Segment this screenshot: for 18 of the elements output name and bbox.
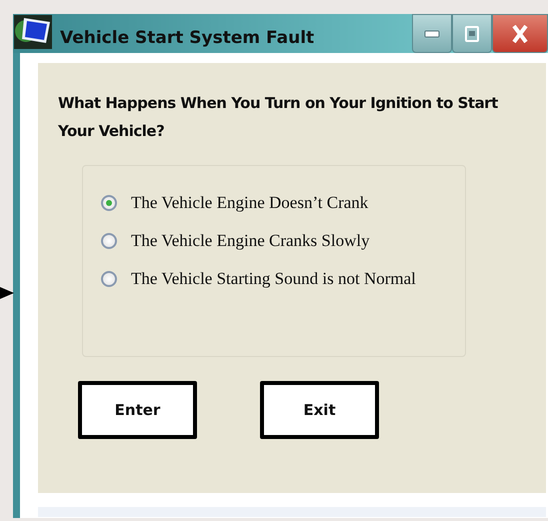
close-icon [512,24,528,42]
monitor-icon [14,14,52,48]
minimize-button[interactable] [412,14,452,53]
radio-button[interactable] [101,195,117,211]
radio-option[interactable]: The Vehicle Engine Doesn’t Crank [101,184,465,222]
window-title: Vehicle Start System Fault [60,28,314,48]
dialog-button[interactable]: Enter [78,381,197,439]
question-text: What Happens When You Turn on Your Ignition to Start Your Vehicle? [58,93,499,142]
dialog-button[interactable]: Exit [260,381,379,439]
pointer-arrow-icon [0,286,14,300]
maximize-button[interactable] [452,14,492,53]
radio-option[interactable]: The Vehicle Starting Sound is not Normal [101,260,465,298]
radio-button[interactable] [101,233,117,249]
radio-button[interactable] [101,271,117,287]
minimize-icon [424,30,440,38]
close-button[interactable] [492,14,548,53]
maximize-icon [465,26,479,42]
radio-option[interactable]: The Vehicle Engine Cranks Slowly [101,222,465,260]
